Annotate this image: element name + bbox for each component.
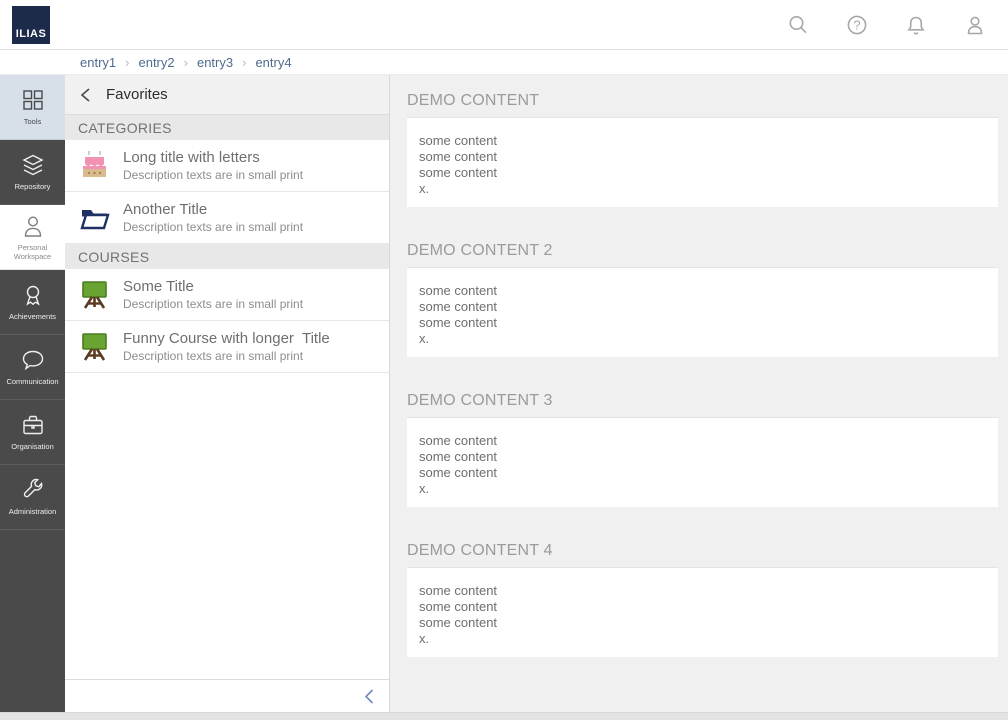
- bottom-strip: [0, 712, 1008, 720]
- grid-icon: [20, 87, 46, 113]
- sidebar-item-label: Tools: [24, 118, 42, 126]
- panel-body: some content some content some content x…: [407, 268, 998, 357]
- sidebar-item-label: Repository: [15, 183, 51, 191]
- course-easel-icon: [78, 330, 111, 363]
- item-description: Description texts are in small print: [123, 297, 303, 311]
- cake-icon: [78, 149, 111, 182]
- sidebar-item-organisation[interactable]: Organisation: [0, 400, 65, 465]
- section-header-categories: CATEGORIES: [65, 115, 389, 140]
- item-title: Funny Course with longer Title: [123, 330, 330, 347]
- user-icon[interactable]: [964, 14, 986, 36]
- breadcrumb-separator: ›: [184, 55, 188, 70]
- sidebar-item-repository[interactable]: Repository: [0, 140, 65, 205]
- breadcrumb-separator: ›: [125, 55, 129, 70]
- breadcrumb-entry4[interactable]: entry4: [255, 55, 291, 70]
- sidebar-item-label: Personal Workspace: [2, 244, 64, 261]
- content-line: some content: [419, 315, 986, 331]
- main-content: DEMO CONTENT some content some content s…: [390, 75, 1008, 712]
- demo-content-panel-4: DEMO CONTENT 4 some content some content…: [407, 542, 998, 657]
- sidebar-item-personal-workspace[interactable]: Personal Workspace: [0, 205, 65, 270]
- demo-content-panel-1: DEMO CONTENT some content some content s…: [407, 92, 998, 207]
- content-line: some content: [419, 599, 986, 615]
- content-line: x.: [419, 181, 986, 197]
- sidebar-item-label: Administration: [9, 508, 57, 516]
- panel-body: some content some content some content x…: [407, 568, 998, 657]
- speech-bubble-icon: [20, 347, 46, 373]
- content-line: some content: [419, 583, 986, 599]
- content-line: some content: [419, 299, 986, 315]
- slate-back-header[interactable]: Favorites: [65, 75, 389, 115]
- content-line: some content: [419, 449, 986, 465]
- wrench-icon: [20, 477, 46, 503]
- sidebar-item-communication[interactable]: Communication: [0, 335, 65, 400]
- content-line: x.: [419, 631, 986, 647]
- content-line: some content: [419, 283, 986, 299]
- breadcrumb-entry2[interactable]: entry2: [138, 55, 174, 70]
- item-description: Description texts are in small print: [123, 349, 330, 363]
- sidebar-item-tools[interactable]: Tools: [0, 75, 65, 140]
- panel-title: DEMO CONTENT: [407, 92, 998, 118]
- sidebar-item-achievements[interactable]: Achievements: [0, 270, 65, 335]
- panel-body: some content some content some content x…: [407, 418, 998, 507]
- briefcase-icon: [20, 412, 46, 438]
- list-item-course-1[interactable]: Some Title Description texts are in smal…: [65, 269, 389, 321]
- item-title: Another Title: [123, 201, 303, 218]
- person-icon: [20, 213, 46, 239]
- content-line: some content: [419, 433, 986, 449]
- slate-footer: [65, 679, 389, 712]
- panel-title: DEMO CONTENT 3: [407, 392, 998, 418]
- content-line: x.: [419, 481, 986, 497]
- demo-content-panel-3: DEMO CONTENT 3 some content some content…: [407, 392, 998, 507]
- award-icon: [20, 282, 46, 308]
- breadcrumb: entry1 › entry2 › entry3 › entry4: [0, 50, 1008, 75]
- ilias-logo[interactable]: ILIAS: [12, 6, 50, 44]
- breadcrumb-entry1[interactable]: entry1: [80, 55, 116, 70]
- section-header-courses: COURSES: [65, 244, 389, 269]
- folder-icon: [78, 201, 111, 234]
- search-icon[interactable]: [787, 14, 809, 36]
- panel-title: DEMO CONTENT 2: [407, 242, 998, 268]
- content-line: some content: [419, 465, 986, 481]
- sidebar-item-label: Organisation: [11, 443, 54, 451]
- content-line: some content: [419, 165, 986, 181]
- slate-title: Favorites: [106, 86, 168, 103]
- notifications-bell-icon[interactable]: [905, 14, 927, 36]
- top-header: ILIAS ?: [0, 0, 1008, 50]
- content-line: some content: [419, 149, 986, 165]
- demo-content-panel-2: DEMO CONTENT 2 some content some content…: [407, 242, 998, 357]
- favorites-slate: Favorites CATEGORIES Long title with let…: [65, 75, 390, 712]
- list-item-category-1[interactable]: Long title with letters Description text…: [65, 140, 389, 192]
- item-description: Description texts are in small print: [123, 220, 303, 234]
- header-icon-group: ?: [787, 14, 986, 36]
- main-sidebar: Tools Repository Personal Workspace Achi…: [0, 75, 65, 712]
- course-easel-icon: [78, 278, 111, 311]
- content-line: x.: [419, 331, 986, 347]
- breadcrumb-entry3[interactable]: entry3: [197, 55, 233, 70]
- content-line: some content: [419, 133, 986, 149]
- svg-text:?: ?: [853, 17, 860, 32]
- list-item-category-2[interactable]: Another Title Description texts are in s…: [65, 192, 389, 244]
- item-description: Description texts are in small print: [123, 168, 303, 182]
- layers-icon: [20, 152, 46, 178]
- collapse-chevron-icon[interactable]: [363, 688, 375, 705]
- content-line: some content: [419, 615, 986, 631]
- help-icon[interactable]: ?: [846, 14, 868, 36]
- slate-empty-space: [65, 373, 389, 679]
- list-item-course-2[interactable]: Funny Course with longer Title Descripti…: [65, 321, 389, 373]
- item-title: Some Title: [123, 278, 303, 295]
- item-title: Long title with letters: [123, 149, 303, 166]
- sidebar-item-label: Achievements: [9, 313, 56, 321]
- panel-body: some content some content some content x…: [407, 118, 998, 207]
- sidebar-filler: [0, 530, 65, 712]
- back-chevron-icon: [79, 87, 92, 103]
- breadcrumb-separator: ›: [242, 55, 246, 70]
- sidebar-item-label: Communication: [6, 378, 58, 386]
- panel-title: DEMO CONTENT 4: [407, 542, 998, 568]
- sidebar-item-administration[interactable]: Administration: [0, 465, 65, 530]
